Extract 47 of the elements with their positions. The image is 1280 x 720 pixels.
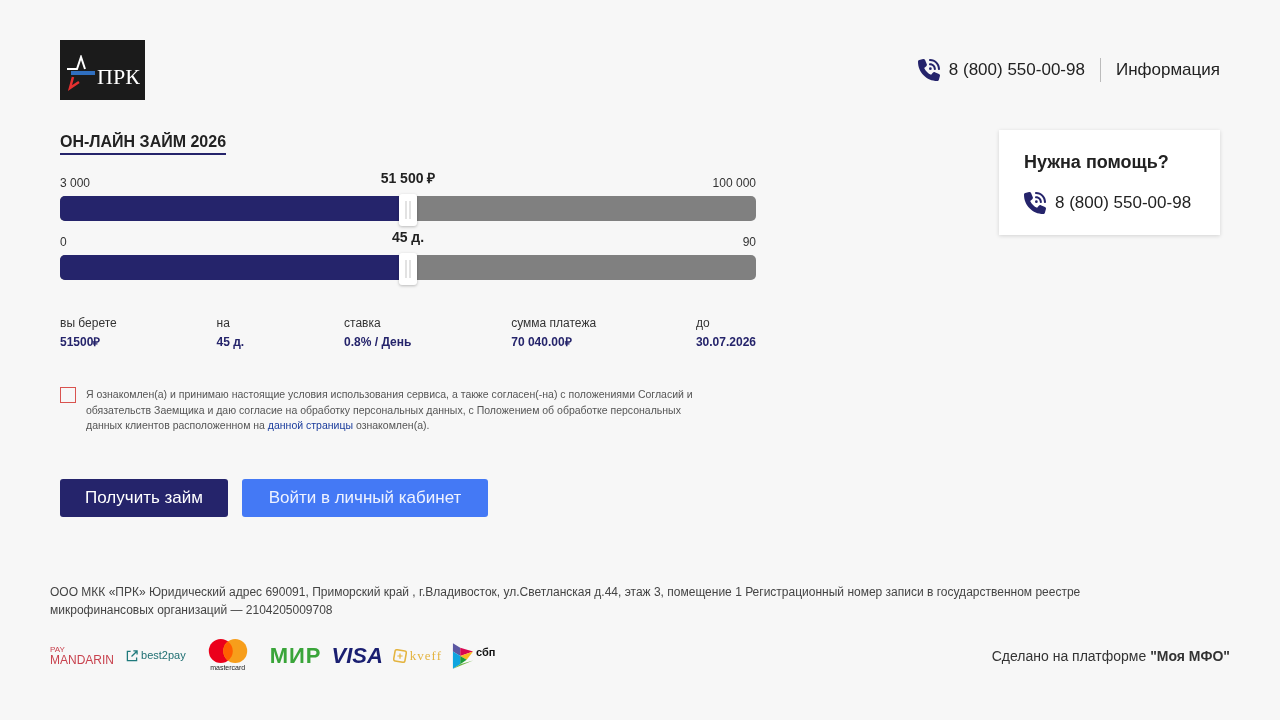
logo-text: ПРК	[97, 65, 140, 89]
summary-value: 51500₽	[60, 334, 102, 350]
slider-value: 51 500 ₽	[380, 170, 436, 186]
summary-label: на	[216, 315, 231, 331]
logo-text: kveff	[409, 648, 443, 663]
summary-value: 0.8% / День	[344, 334, 412, 350]
logo-text: VISA	[331, 643, 383, 668]
consent-text: Я ознакомлен(а) и принимаю настоящие условия использования сервиса, а также согласен(-на) с положениями Согласий и обязательств Заемщика и даю согласие на обработку персональных данных, с Положением об обработке персональных данных клиентов расположенном на данной страницы ознакомлен(а).	[86, 387, 694, 433]
slider-handle[interactable]	[399, 194, 417, 226]
slider-value: 45 д.	[391, 229, 425, 245]
phone-icon	[917, 59, 940, 81]
summary-label: до	[695, 315, 711, 331]
phone-link[interactable]: 8 (800) 550-00-98	[1055, 192, 1192, 214]
slider-min-label: 0	[60, 234, 67, 250]
logo-text: best2pay	[141, 649, 186, 662]
grip-lines-icon	[405, 260, 411, 278]
consent-checkbox[interactable]	[60, 387, 76, 403]
logo-tile[interactable]: ПРК	[60, 40, 145, 100]
phone-link[interactable]: 8 (800) 550-00-98	[948, 59, 1085, 81]
emblem-icon	[65, 55, 96, 91]
logo-caption: PAY	[50, 644, 66, 654]
help-title: Нужна помощь?	[1024, 152, 1170, 172]
slider-max-label: 90	[742, 234, 756, 250]
square-arrow-icon	[126, 649, 138, 662]
summary-label: вы берете	[60, 315, 117, 331]
section-title: ОН-ЛАЙН ЗАЙМ 2026	[60, 132, 227, 155]
info-link[interactable]: Информация	[1115, 59, 1220, 81]
phone-icon	[1024, 192, 1046, 214]
summary-label: сумма платежа	[511, 315, 597, 331]
summary-value: 45 д.	[216, 334, 245, 350]
login-button[interactable]: Войти в личный кабинет	[242, 478, 488, 517]
summary-value: 30.07.2026	[695, 334, 756, 350]
overlapping-circles-icon	[207, 639, 248, 663]
logo-text: сбп	[476, 645, 496, 659]
slider-min-label: 3 000	[60, 175, 91, 191]
terms-link[interactable]: данной страницы	[267, 419, 353, 431]
grip-lines-icon	[405, 201, 411, 219]
summary-label: ставка	[344, 315, 382, 331]
platform-credit: Сделано на платформе "Моя МФО"	[991, 646, 1230, 665]
slider-max-label: 100 000	[712, 175, 756, 191]
legal-text: ООО МКК «ПРК» Юридический адрес 690091, Приморский край , г.Владивосток, ул.Светланская д.44, этаж 3, помещение 1 Регистрационный номер записи в государственном реестре микрофинансовых организаций — 2104205009708	[50, 583, 1082, 619]
triangle-icon	[452, 641, 475, 670]
summary-value: 70 040.00₽	[511, 334, 573, 350]
get-loan-button[interactable]: Получить займ	[60, 478, 228, 517]
slider-handle[interactable]	[399, 253, 417, 285]
logo-text: МИР	[269, 643, 322, 668]
logo-text: MANDARIN	[50, 653, 114, 667]
